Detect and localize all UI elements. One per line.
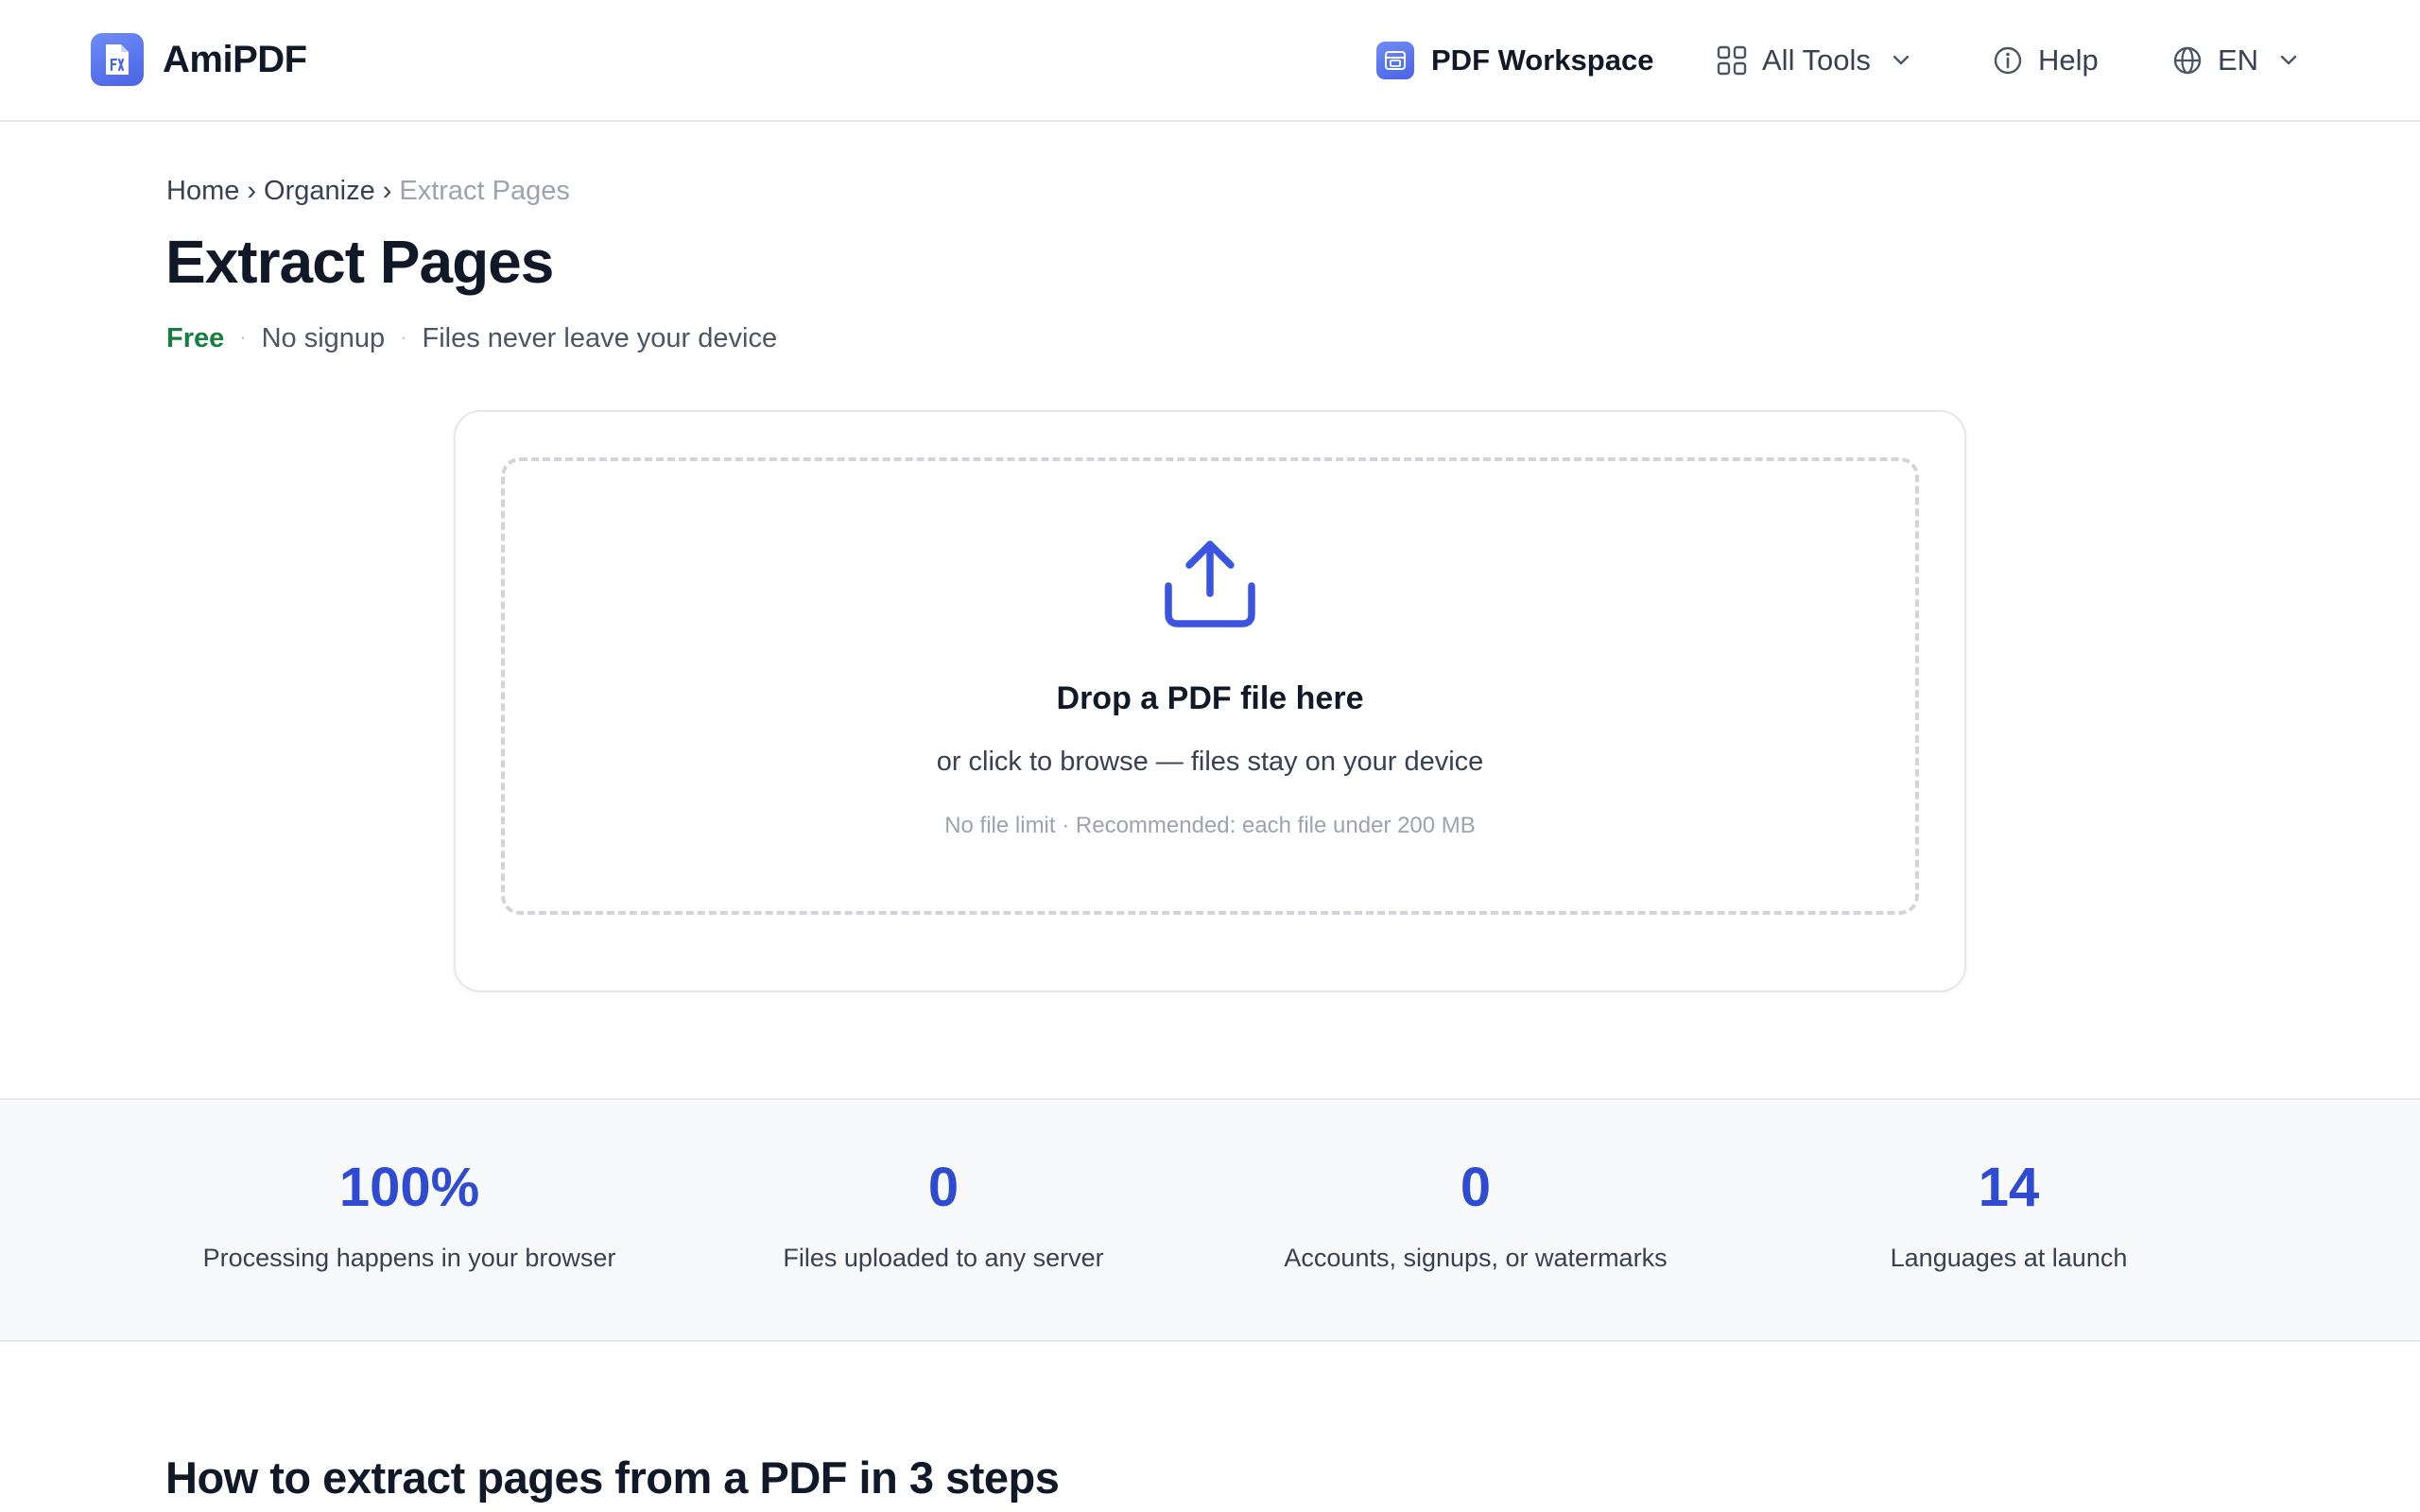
steps-heading: How to extract pages from a PDF in 3 ste… (165, 1452, 1060, 1503)
page-title: Extract Pages (165, 228, 554, 296)
stat-item: 14 Languages at launch (1763, 1160, 2255, 1273)
grid-icon (1717, 45, 1747, 76)
tagline-separator: · (400, 325, 407, 349)
breadcrumb: Home › Organize › Extract Pages (166, 176, 570, 207)
stat-value: 14 (1978, 1157, 2040, 1218)
stat-item: 0 Accounts, signups, or watermarks (1230, 1160, 1721, 1273)
stat-item: 0 Files uploaded to any server (698, 1160, 1189, 1273)
stat-value: 0 (1460, 1157, 1492, 1218)
globe-icon (2172, 45, 2203, 76)
dropzone-title: Drop a PDF file here (1056, 680, 1364, 716)
nav-help[interactable]: Help (1993, 38, 2099, 83)
upload-card: Drop a PDF file here or click to browse … (454, 410, 1966, 992)
language-label: EN (2218, 43, 2259, 77)
tagline-no-signup: No signup (261, 323, 386, 353)
nav-all-tools[interactable]: All Tools (1717, 38, 1910, 83)
tagline-separator: · (239, 325, 247, 349)
language-selector[interactable]: EN (2172, 38, 2298, 83)
pdf-dropzone[interactable]: Drop a PDF file here or click to browse … (501, 457, 1919, 915)
nav-pdf-workspace-label: PDF Workspace (1431, 43, 1654, 77)
nav-help-label: Help (2038, 43, 2099, 77)
workspace-icon (1376, 42, 1414, 79)
tagline-privacy: Files never leave your device (422, 323, 778, 353)
breadcrumb-home[interactable]: Home (166, 176, 239, 206)
stat-label: Files uploaded to any server (783, 1244, 1104, 1272)
pdf-file-icon (91, 33, 144, 86)
nav-all-tools-label: All Tools (1762, 43, 1871, 77)
dropzone-subtitle: or click to browse — files stay on your … (936, 747, 1484, 777)
chevron-down-icon (2279, 55, 2298, 66)
stats-band: 100% Processing happens in your browser … (0, 1098, 2420, 1342)
stat-value: 0 (927, 1157, 959, 1218)
chevron-down-icon (1892, 55, 1910, 66)
nav-pdf-workspace[interactable]: PDF Workspace (1376, 38, 1653, 83)
breadcrumb-current: Extract Pages (399, 176, 570, 206)
stat-label: Languages at launch (1890, 1244, 2128, 1272)
stat-value: 100% (338, 1157, 480, 1218)
stat-label: Processing happens in your browser (202, 1244, 616, 1272)
top-navigation-bar: AmiPDF PDF Workspace All Tools Help EN (0, 0, 2420, 122)
tagline-free: Free (166, 323, 225, 353)
dropzone-note: No file limit · Recommended: each file u… (944, 813, 1476, 838)
brand-logo[interactable]: AmiPDF (91, 33, 307, 86)
breadcrumb-organize[interactable]: Organize (264, 176, 375, 206)
breadcrumb-separator: › (247, 176, 257, 206)
tagline: Free · No signup · Files never leave your de… (166, 323, 777, 354)
upload-icon (1163, 535, 1257, 634)
brand-name: AmiPDF (163, 38, 307, 80)
breadcrumb-separator: › (382, 176, 392, 206)
stat-label: Accounts, signups, or watermarks (1284, 1244, 1668, 1272)
info-icon (1993, 45, 2023, 76)
stat-item: 100% Processing happens in your browser (164, 1160, 655, 1273)
